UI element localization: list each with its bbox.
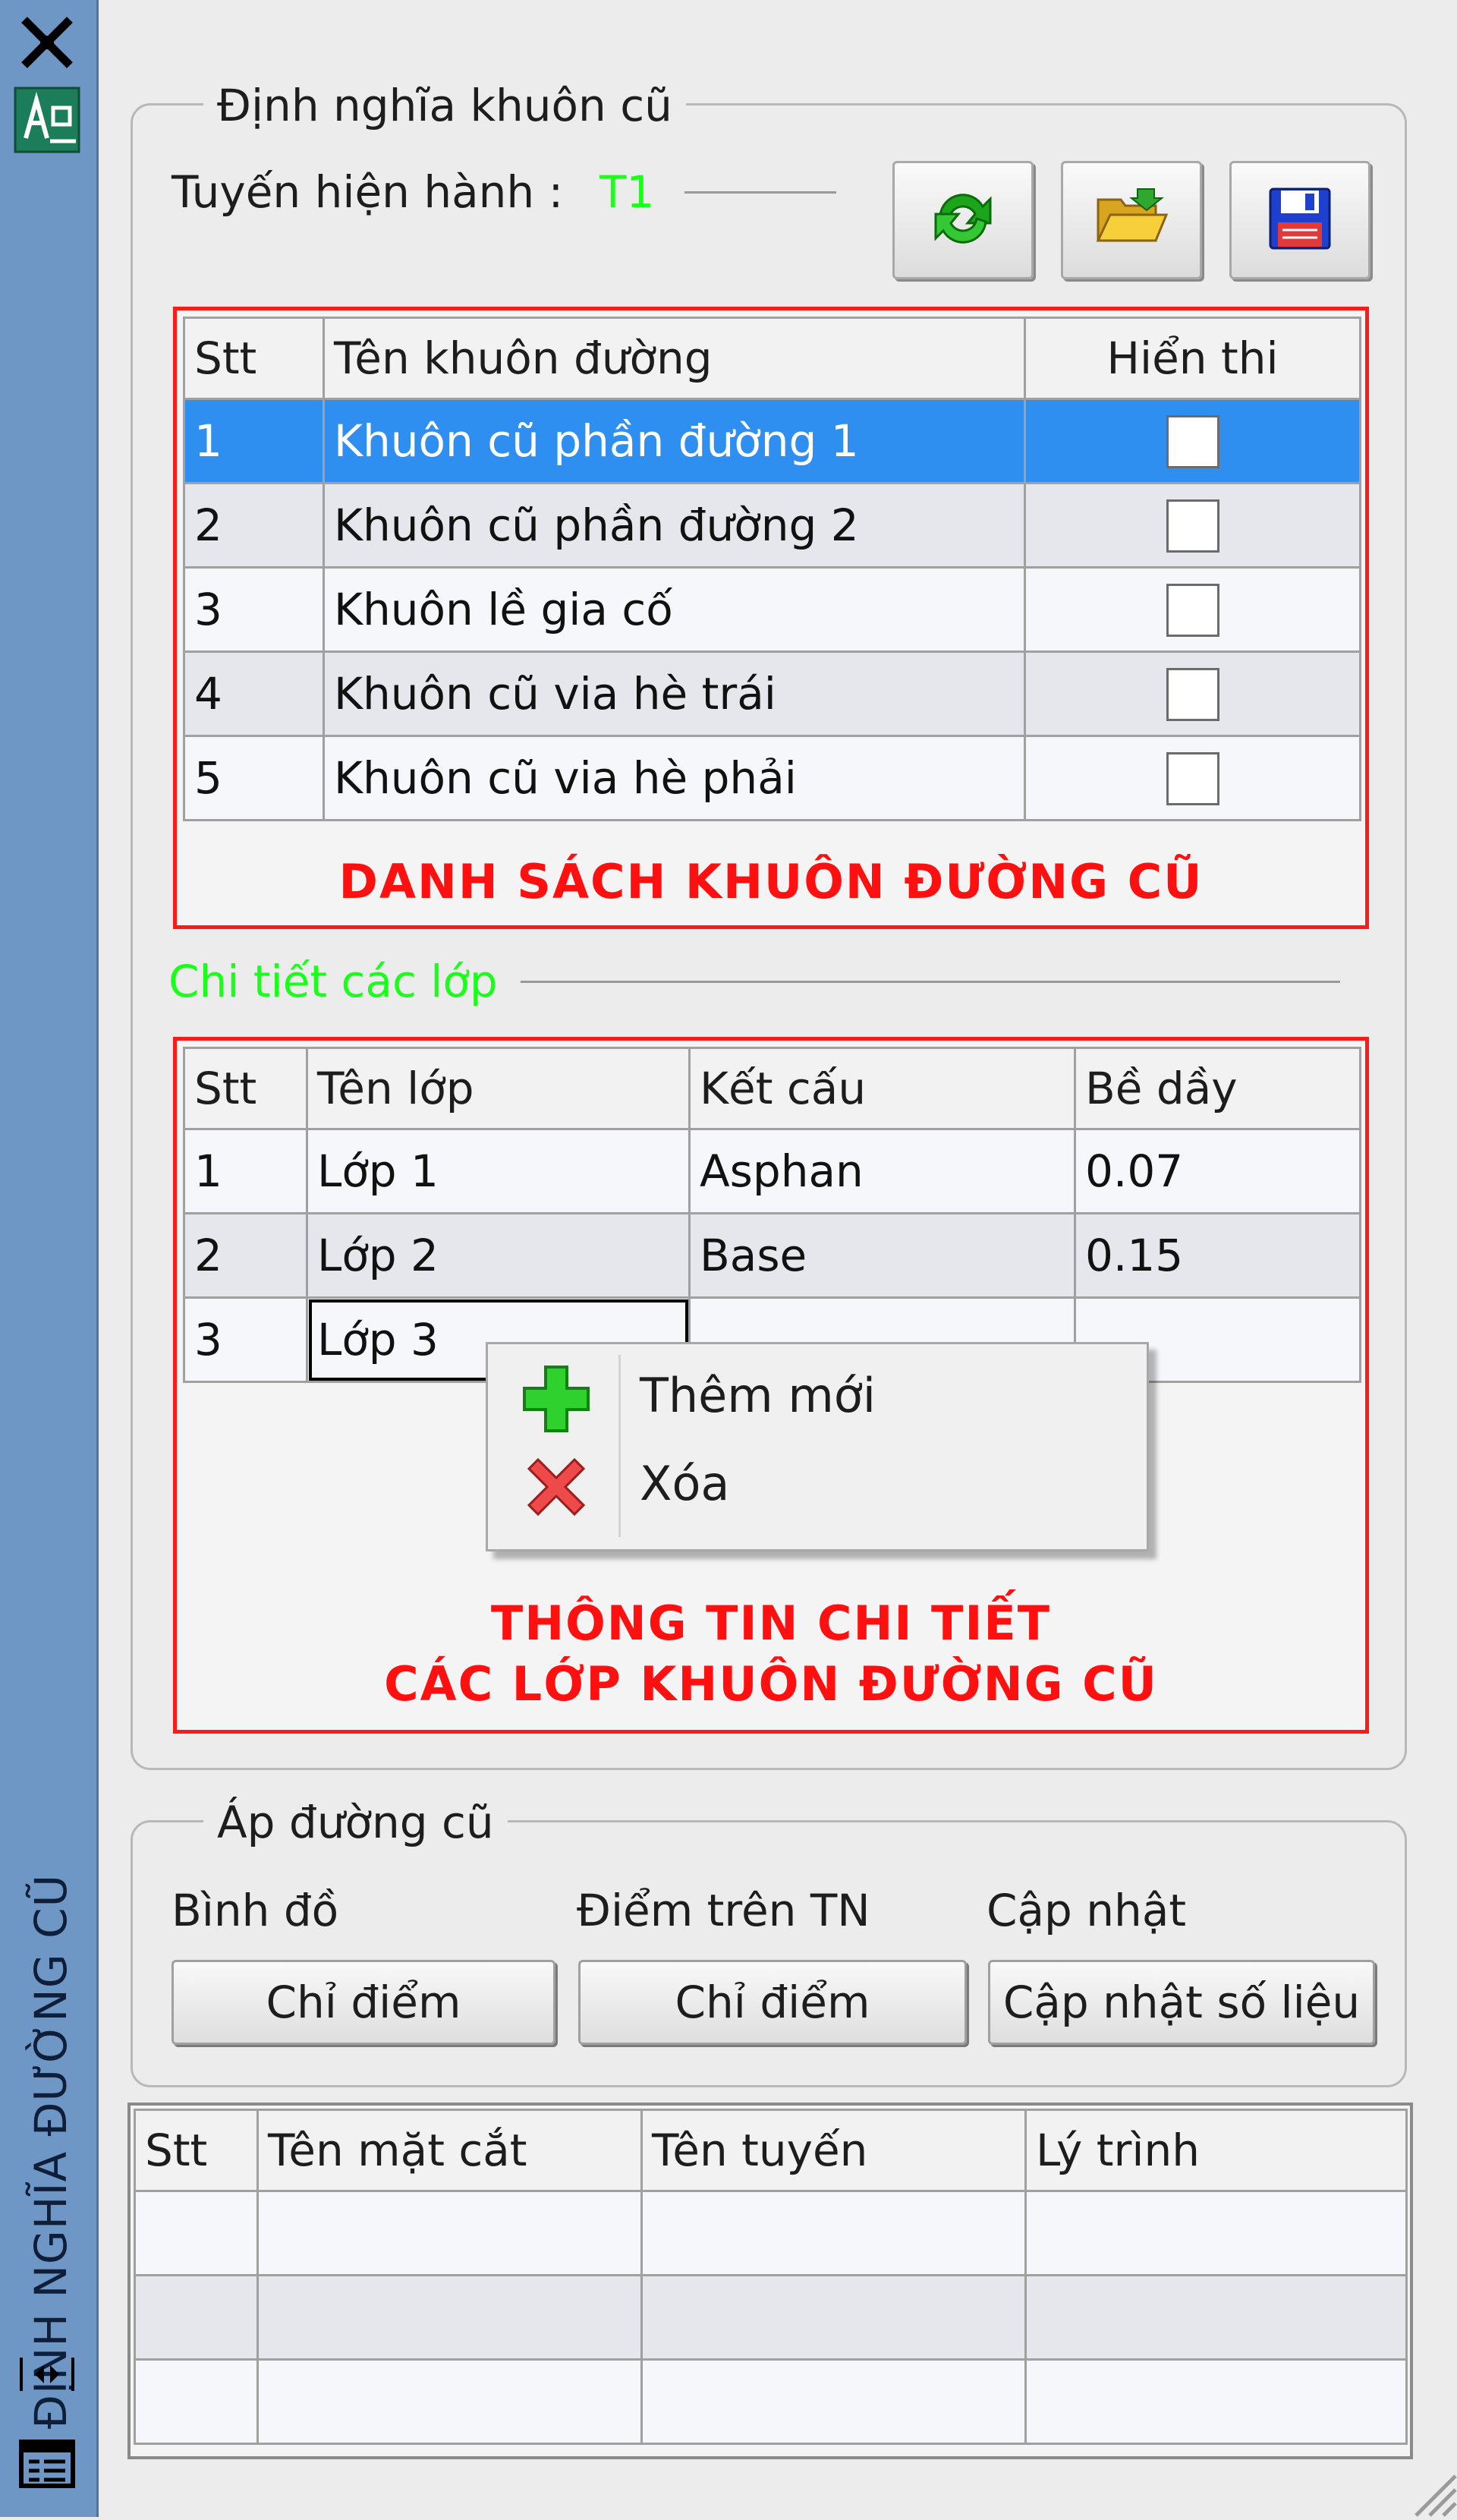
col-header-stt[interactable]: Stt: [183, 1047, 308, 1130]
row-stt[interactable]: 3: [183, 566, 325, 653]
col-header-template-name[interactable]: Tên khuôn đường: [323, 317, 1026, 400]
template-grid-caption: DANH SÁCH KHUÔN ĐƯỜNG CŨ: [338, 854, 1204, 909]
apply-group-title: Áp đường cũ: [203, 1796, 508, 1849]
update-data-button[interactable]: Cập nhật số liệu: [988, 1960, 1375, 2045]
layer-grid-header: Stt Tên lớp Kết cấu Bề dầy: [183, 1047, 1361, 1130]
row-shown-cell[interactable]: [1024, 566, 1361, 653]
route-value: T1: [599, 166, 655, 218]
table-row[interactable]: 3 Khuôn lề gia cố: [183, 566, 1361, 653]
col-header-chainage[interactable]: Lý trình: [1024, 2109, 1408, 2192]
row-shown-cell[interactable]: [1024, 482, 1361, 569]
table-row[interactable]: 4 Khuôn cũ via hè trái: [183, 650, 1361, 737]
row-layer-name[interactable]: Lớp 2: [306, 1212, 691, 1299]
table-row[interactable]: 5 Khuôn cũ via hè phải: [183, 735, 1361, 821]
ground-point-label: Điểm trên TN: [577, 1885, 870, 1936]
save-icon: [1266, 184, 1334, 256]
template-grid: Stt Tên khuôn đường Hiển thi 1 Khuôn cũ …: [183, 317, 1361, 821]
update-label: Cập nhật: [987, 1885, 1187, 1936]
table-row[interactable]: 2 Lớp 2 Base 0.15: [183, 1212, 1361, 1299]
layer-grid-caption: THÔNG TIN CHI TIẾT CÁC LỚP KHUÔN ĐƯỜNG C…: [177, 1593, 1365, 1715]
context-menu: Thêm mới Xóa: [486, 1342, 1149, 1551]
plan-label: Bình đồ: [172, 1885, 339, 1936]
col-header-layer-name[interactable]: Tên lớp: [306, 1047, 691, 1130]
shown-checkbox[interactable]: [1166, 584, 1219, 638]
row-stt[interactable]: 2: [183, 482, 325, 569]
route-divider: [684, 191, 836, 194]
row-stt[interactable]: 3: [183, 1296, 308, 1383]
col-header-section-name[interactable]: Tên mặt cắt: [256, 2109, 643, 2192]
menu-item-delete[interactable]: Xóa: [488, 1440, 1147, 1529]
resize-grip[interactable]: [1411, 2471, 1457, 2517]
section-grid-header: Stt Tên mặt cắt Tên tuyến Lý trình: [134, 2109, 1408, 2192]
sidebar-title: ĐỊNH NGHĨA ĐƯỜNG CŨ: [25, 1873, 77, 2429]
layer-grid: Stt Tên lớp Kết cấu Bề dầy 1 Lớp 1 Aspha…: [183, 1047, 1361, 1383]
add-icon: [518, 1361, 594, 1437]
section-grid: Stt Tên mặt cắt Tên tuyến Lý trình: [134, 2109, 1408, 2445]
main-panel: Định nghĩa khuôn cũ Tuyến hiện hành : T1: [99, 0, 1457, 2517]
row-stt[interactable]: 2: [183, 1212, 308, 1299]
col-header-shown[interactable]: Hiển thi: [1024, 317, 1361, 400]
layer-grid-caption-line1: THÔNG TIN CHI TIẾT: [490, 1595, 1052, 1651]
row-stt[interactable]: 5: [183, 735, 325, 821]
row-shown-cell[interactable]: [1024, 650, 1361, 737]
row-shown-cell[interactable]: [1024, 398, 1361, 484]
row-stt[interactable]: 4: [183, 650, 325, 737]
route-label: Tuyến hiện hành :: [172, 166, 564, 218]
menu-item-add-label: Thêm mới: [640, 1368, 876, 1423]
col-header-thickness[interactable]: Bề dầy: [1074, 1047, 1361, 1130]
row-thickness[interactable]: 0.07: [1074, 1128, 1361, 1214]
row-template-name[interactable]: Khuôn cũ via hè trái: [323, 650, 1026, 737]
shown-checkbox[interactable]: [1166, 499, 1219, 553]
shown-checkbox[interactable]: [1166, 752, 1219, 806]
col-header-structure[interactable]: Kết cấu: [688, 1047, 1076, 1130]
delete-icon: [518, 1449, 594, 1525]
col-header-stt[interactable]: Stt: [134, 2109, 259, 2192]
save-button[interactable]: [1229, 161, 1370, 279]
row-layer-name[interactable]: Lớp 1: [306, 1128, 691, 1214]
row-stt[interactable]: 1: [183, 398, 325, 484]
table-row[interactable]: 2 Khuôn cũ phần đường 2: [183, 482, 1361, 569]
row-structure[interactable]: Base: [688, 1212, 1076, 1299]
layers-title: Chi tiết các lớp: [168, 956, 498, 1007]
table-row[interactable]: [134, 2274, 1408, 2361]
row-thickness[interactable]: 0.15: [1074, 1212, 1361, 1299]
properties-icon[interactable]: [12, 2429, 82, 2499]
app-icon[interactable]: [12, 85, 82, 155]
table-row[interactable]: 1 Khuôn cũ phần đường 1: [183, 398, 1361, 484]
col-header-stt[interactable]: Stt: [183, 317, 325, 400]
row-template-name[interactable]: Khuôn lề gia cố: [323, 566, 1026, 653]
col-header-route-name[interactable]: Tên tuyến: [640, 2109, 1027, 2192]
apply-group: [131, 1820, 1407, 2087]
row-structure[interactable]: Asphan: [688, 1128, 1076, 1214]
template-grid-header: Stt Tên khuôn đường Hiển thi: [183, 317, 1361, 400]
table-row[interactable]: 1 Lớp 1 Asphan 0.07: [183, 1128, 1361, 1214]
shown-checkbox[interactable]: [1166, 668, 1219, 722]
row-shown-cell[interactable]: [1024, 735, 1361, 821]
open-button[interactable]: [1061, 161, 1202, 279]
ground-pick-button[interactable]: Chỉ điểm: [578, 1960, 967, 2045]
plan-pick-button[interactable]: Chỉ điểm: [172, 1960, 555, 2045]
shown-checkbox[interactable]: [1166, 415, 1219, 469]
row-stt[interactable]: 1: [183, 1128, 308, 1214]
row-template-name[interactable]: Khuôn cũ phần đường 1: [323, 398, 1026, 484]
title-sidebar: ĐỊNH NGHĨA ĐƯỜNG CŨ: [0, 0, 99, 2517]
row-template-name[interactable]: Khuôn cũ via hè phải: [323, 735, 1026, 821]
menu-item-add[interactable]: Thêm mới: [488, 1352, 1147, 1441]
row-template-name[interactable]: Khuôn cũ phần đường 2: [323, 482, 1026, 569]
layers-divider: [521, 981, 1340, 983]
table-row[interactable]: [134, 2358, 1408, 2445]
template-grid-frame: Stt Tên khuôn đường Hiển thi 1 Khuôn cũ …: [173, 307, 1369, 929]
refresh-icon: [927, 182, 999, 258]
refresh-button[interactable]: [892, 161, 1034, 279]
old-template-group-title: Định nghĩa khuôn cũ: [203, 79, 686, 132]
layer-grid-caption-line2: CÁC LỚP KHUÔN ĐƯỜNG CŨ: [384, 1656, 1158, 1712]
open-folder-icon: [1094, 184, 1169, 256]
expand-icon[interactable]: [12, 2339, 82, 2409]
menu-item-delete-label: Xóa: [640, 1456, 730, 1511]
table-row[interactable]: [134, 2190, 1408, 2276]
close-icon[interactable]: [12, 8, 82, 77]
section-grid-frame: Stt Tên mặt cắt Tên tuyến Lý trình: [127, 2103, 1413, 2459]
